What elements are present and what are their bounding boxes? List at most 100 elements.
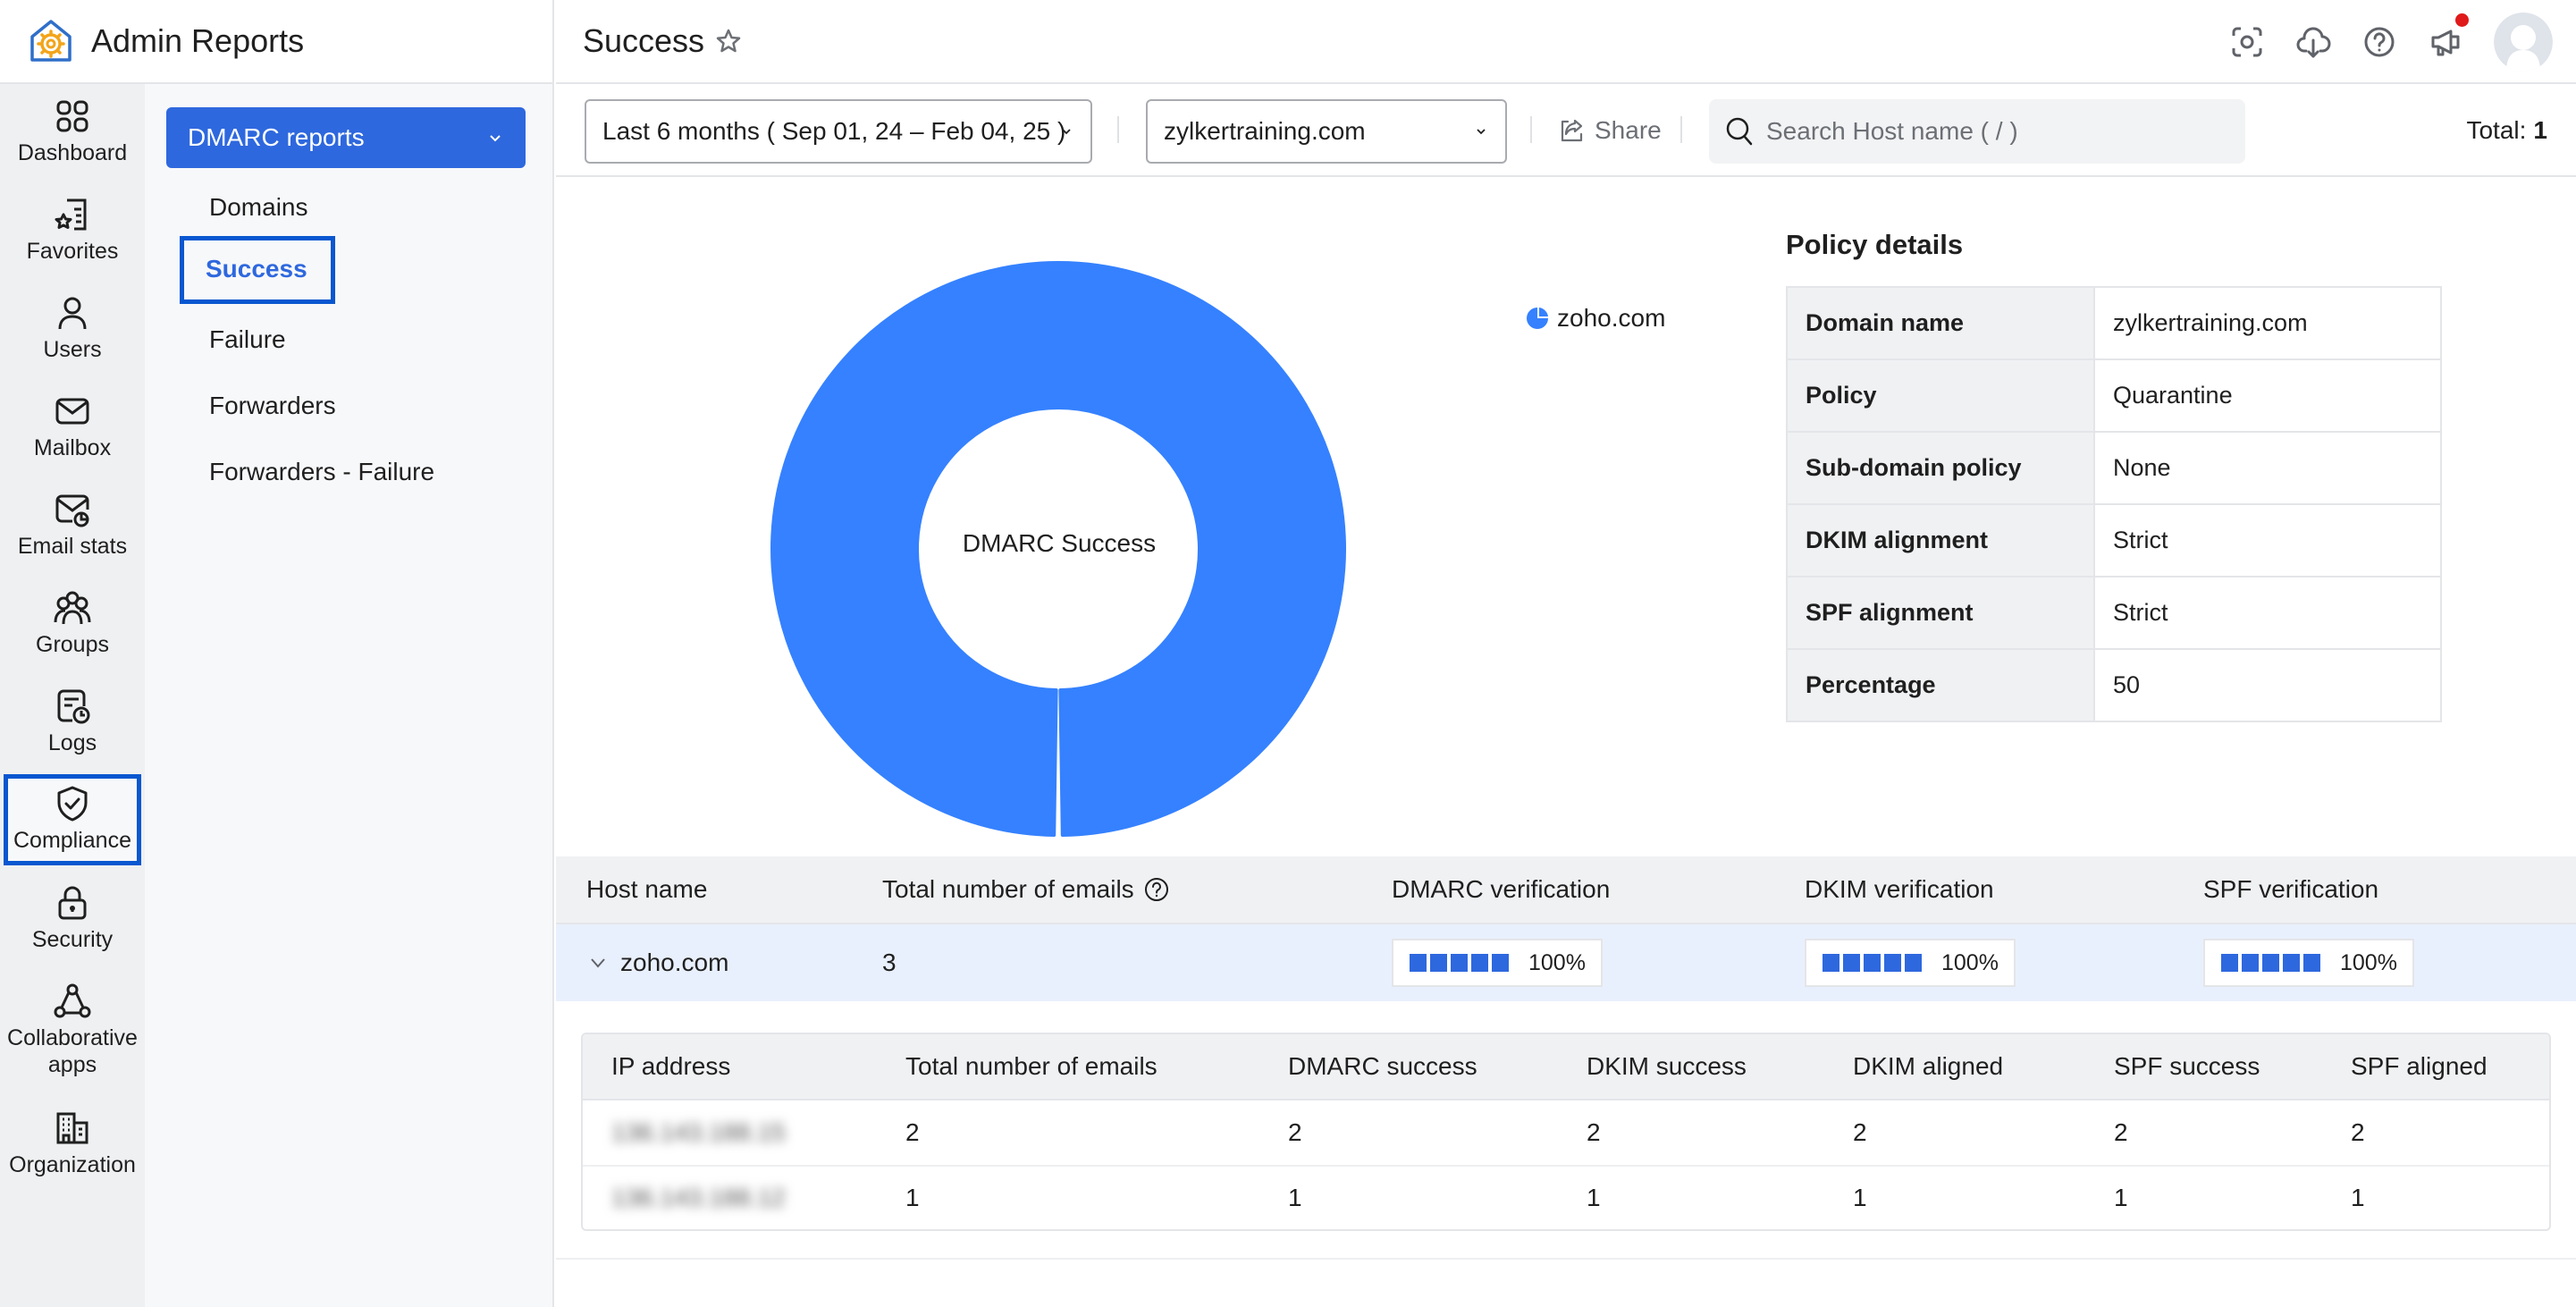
ip-row: 136.143.188.12 1 1 1 1 1 1 <box>583 1165 2549 1229</box>
date-range-value: Last 6 months ( Sep 01, 24 – Feb 04, 25 … <box>602 117 1066 145</box>
rail-item-logs[interactable]: Logs <box>0 687 145 756</box>
meter-segment <box>1492 954 1509 972</box>
rail-item-users[interactable]: Users <box>0 293 145 363</box>
column-header-label: DKIM verification <box>1805 875 1994 903</box>
dkim-aligned: 1 <box>1853 1184 1867 1211</box>
rail-item-mailbox[interactable]: Mailbox <box>0 392 145 461</box>
column-header-spf-success[interactable]: SPF success <box>2114 1034 2260 1099</box>
policy-value: None <box>2093 431 2442 505</box>
legend-label: zoho.com <box>1557 304 1666 332</box>
meter-segment <box>1843 954 1860 972</box>
policy-row: DKIM alignment Strict <box>1786 503 2442 578</box>
policy-value: Strict <box>2093 503 2442 578</box>
main-header: Success <box>556 0 2576 84</box>
rail-label: Favorites <box>26 239 119 264</box>
user-icon <box>58 297 87 330</box>
policy-row: Domain name zylkertraining.com <box>1786 286 2442 360</box>
chart-legend-item[interactable]: zoho.com <box>1525 304 1665 333</box>
meter-bars <box>2221 954 2324 972</box>
screenshot-icon <box>2232 27 2262 57</box>
policy-key: DKIM alignment <box>1786 503 2095 578</box>
ip-row: 136.143.188.15 2 2 2 2 2 2 <box>583 1100 2549 1165</box>
share-button[interactable]: Share <box>1557 84 1662 177</box>
submenu-item-failure[interactable]: Failure <box>209 325 286 354</box>
announcements-button[interactable] <box>2428 13 2469 60</box>
email-stats-icon <box>55 494 89 527</box>
meter-segment <box>2303 954 2320 972</box>
spf-aligned: 1 <box>2351 1184 2365 1211</box>
rail-item-organization[interactable]: Organization <box>0 1109 145 1178</box>
reports-submenu: DMARC reports Domains Success Failure Fo… <box>145 84 554 1307</box>
user-avatar[interactable] <box>2494 13 2553 72</box>
submenu-item-forwarders-failure[interactable]: Forwarders - Failure <box>209 458 434 486</box>
policy-key: SPF alignment <box>1786 576 2095 650</box>
spf-verification-meter: 100% <box>2203 939 2414 987</box>
rail-label: Organization <box>9 1152 136 1177</box>
dmarc-verification-meter: 100% <box>1392 939 1603 987</box>
organization-icon <box>56 1112 88 1144</box>
rail-item-email-stats[interactable]: Email stats <box>0 490 145 560</box>
column-header-dkim-aligned[interactable]: DKIM aligned <box>1853 1034 2003 1099</box>
notification-dot <box>2455 13 2469 27</box>
column-header-dmarc-success[interactable]: DMARC success <box>1288 1034 1477 1099</box>
domain-select[interactable]: zylkertraining.com <box>1146 99 1507 164</box>
column-header-total[interactable]: Total number of emails <box>905 1034 1158 1099</box>
date-range-select[interactable]: Last 6 months ( Sep 01, 24 – Feb 04, 25 … <box>585 99 1092 164</box>
column-header-total[interactable]: Total number of emails <box>882 856 1170 923</box>
submenu-item-forwarders[interactable]: Forwarders <box>209 392 336 420</box>
meter-segment <box>1430 954 1447 972</box>
meter-value: 100% <box>2340 949 2397 975</box>
submenu-item-success[interactable]: Success <box>180 236 335 304</box>
rail-label: Security <box>31 927 114 952</box>
rail-item-favorites[interactable]: Favorites <box>0 195 145 265</box>
column-header-spf-aligned[interactable]: SPF aligned <box>2351 1034 2488 1099</box>
column-header-spf[interactable]: SPF verification <box>2203 856 2378 923</box>
app-header: Admin Reports <box>0 0 554 84</box>
policy-row: Policy Quarantine <box>1786 358 2442 433</box>
help-button[interactable] <box>2361 24 2397 60</box>
column-header-dkim-success[interactable]: DKIM success <box>1587 1034 1747 1099</box>
share-icon <box>1561 119 1583 142</box>
rail-item-security[interactable]: Security <box>0 883 145 953</box>
divider <box>1530 116 1532 143</box>
rail-label: Logs <box>47 730 97 755</box>
mail-icon <box>55 398 89 425</box>
spf-success: 2 <box>2114 1118 2128 1146</box>
domain-value: zylkertraining.com <box>1164 117 1366 145</box>
help-circle-icon[interactable] <box>1143 876 1170 903</box>
host-search[interactable] <box>1709 99 2245 164</box>
spf-success: 1 <box>2114 1184 2128 1211</box>
host-cell: zoho.com <box>588 924 728 1001</box>
donut-center-label: DMARC Success <box>962 529 1157 557</box>
rail-label: Groups <box>36 632 109 657</box>
rail-item-collaborative-apps[interactable]: Collaborative apps <box>0 982 145 1078</box>
column-header-host[interactable]: Host name <box>586 856 707 923</box>
hosts-table-header: Host name Total number of emails DMARC v… <box>556 856 2576 924</box>
rail-item-dashboard[interactable]: Dashboard <box>0 97 145 166</box>
help-icon <box>2364 27 2395 57</box>
meter-segment <box>1823 954 1839 972</box>
chevron-down-icon[interactable] <box>588 953 608 973</box>
submenu-item-domains[interactable]: Domains <box>209 193 307 222</box>
policy-row: SPF alignment Strict <box>1786 576 2442 650</box>
dmarc-reports-group[interactable]: DMARC reports <box>166 107 526 168</box>
total-cell: 3 <box>882 949 897 976</box>
column-header-dmarc[interactable]: DMARC verification <box>1392 856 1610 923</box>
total-count: Total: 1 <box>2466 84 2547 177</box>
favorite-star-icon[interactable] <box>715 28 742 55</box>
logs-icon <box>57 689 90 724</box>
meter-segment <box>1451 954 1468 972</box>
rail-item-groups[interactable]: Groups <box>0 588 145 658</box>
column-header-dkim[interactable]: DKIM verification <box>1805 856 1994 923</box>
column-header-ip[interactable]: IP address <box>611 1034 730 1099</box>
download-button[interactable] <box>2295 24 2331 60</box>
policy-key: Percentage <box>1786 648 2095 722</box>
search-input[interactable] <box>1766 117 2231 146</box>
screenshot-button[interactable] <box>2229 24 2265 60</box>
rail-item-compliance[interactable]: Compliance <box>4 774 141 865</box>
host-row[interactable]: zoho.com 3 100% 100% 100% <box>556 924 2576 1001</box>
groups-icon <box>54 591 91 625</box>
total-emails: 1 <box>905 1184 920 1211</box>
total-label: Total: <box>2466 116 2527 144</box>
total-emails: 2 <box>905 1118 920 1146</box>
